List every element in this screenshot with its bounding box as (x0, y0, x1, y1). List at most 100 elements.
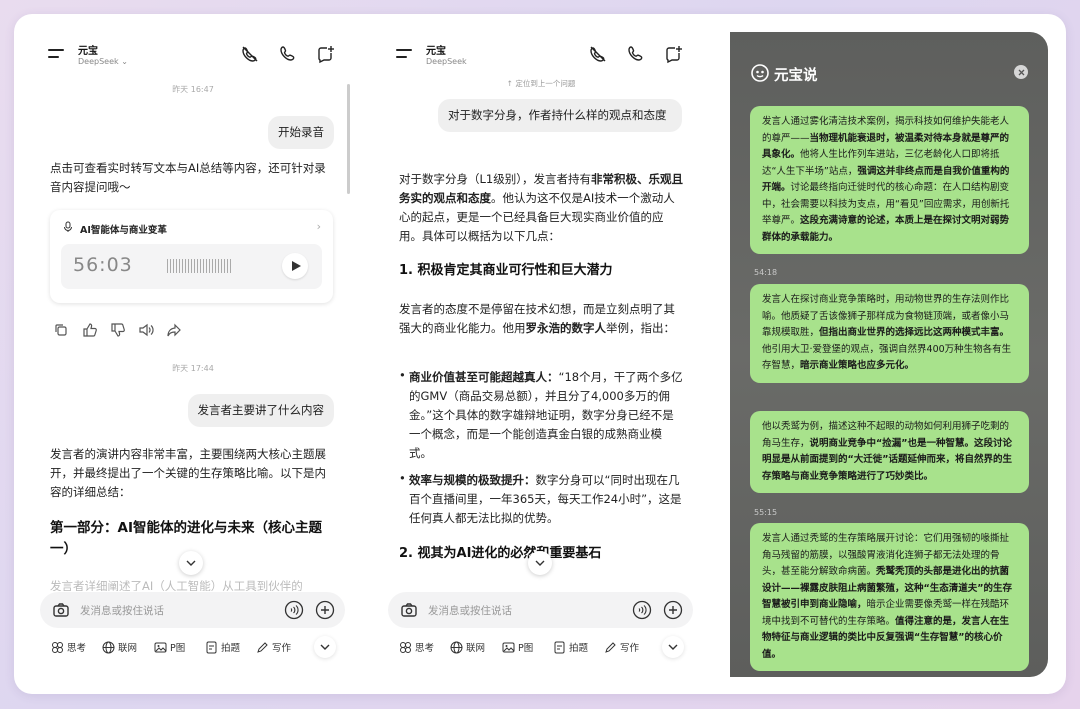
tool-think[interactable]: 思考 (51, 640, 86, 654)
play-button[interactable] (282, 253, 308, 279)
copy-icon[interactable] (53, 322, 69, 338)
phone-icon[interactable] (626, 44, 646, 64)
bot-message: 发言者的演讲内容非常丰富，主要围绕两大核心主题展开，并最终提出了一个关键的生存策… (50, 447, 326, 499)
tool-photo-question[interactable]: 拍题 (553, 640, 588, 654)
tool-write[interactable]: 写作 (604, 640, 639, 654)
tool-bar: 思考 联网 P图 拍题 写作 (34, 636, 352, 662)
app-title: 元宝 (78, 46, 98, 57)
play-icon (292, 261, 301, 271)
bullet-title: 商业价值甚至可能超越真人： (409, 370, 559, 384)
thumbs-up-icon[interactable] (82, 322, 98, 338)
tool-photo-question[interactable]: 拍题 (205, 640, 240, 654)
speaker-icon[interactable] (138, 322, 154, 338)
summary-card: 发言人通过秃鹫的生存策略展开讨论：它们用强韧的喙撕扯角马残留的筋膜，以强酸胃液消… (750, 523, 1029, 671)
model-name: DeepSeek (78, 57, 119, 66)
recording-card[interactable]: AI智能体与商业变革 › 56:03 (50, 210, 333, 303)
chevron-down-icon (186, 560, 196, 566)
phone-icon[interactable] (278, 44, 298, 64)
model-selector[interactable]: DeepSeek (426, 57, 467, 66)
thumbs-down-icon[interactable] (110, 322, 126, 338)
summary-card: 发言人在探讨商业竞争策略时，用动物世界的生存法则作比喻。他质疑了舌该像狮子那样成… (750, 284, 1029, 383)
scrollbar[interactable] (347, 84, 350, 194)
scan-icon (206, 641, 217, 653)
timestamp: 昨天 16:47 (172, 85, 214, 94)
timestamp: 54:18 (754, 268, 778, 277)
chat-panel-left: 元宝 DeepSeek ⌄ 昨天 16:47 开始录音 点击可查看实时转写文本与… (34, 32, 352, 677)
locate-label: 定位到上一个问题 (515, 79, 576, 88)
chat-header: 元宝 DeepSeek (382, 32, 700, 76)
image-icon (502, 642, 515, 652)
bullet-title: 效率与规模的极致提升： (409, 473, 536, 487)
new-chat-icon[interactable] (316, 44, 336, 64)
tool-label: 思考 (415, 643, 435, 654)
plus-icon[interactable] (315, 600, 335, 620)
para-emphasis: 罗永浩的数字人 (525, 321, 607, 335)
tool-label: 联网 (118, 643, 138, 654)
plus-icon[interactable] (663, 600, 683, 620)
pen-icon (257, 641, 268, 653)
bot-message-truncated: 发言者详细阐述了AI（人工智能）从工具到伙伴的 (50, 579, 303, 591)
tool-image[interactable]: P图 (154, 640, 185, 654)
recording-duration: 56:03 (73, 254, 133, 276)
recording-title: AI智能体与商业变革 (80, 225, 167, 236)
bullet-dot: • (399, 368, 406, 382)
tool-label: 拍题 (221, 643, 241, 654)
new-chat-icon[interactable] (664, 44, 684, 64)
bot-message: 点击可查看实时转写文本与AI总结等内容，还可针对录音内容提问哦～ (50, 161, 326, 194)
summary-card: 他以秃鹫为例，描述这种不起眼的动物如何利用狮子吃剩的角马生存，说明商业竞争中“捡… (750, 411, 1029, 493)
think-icon (400, 641, 411, 653)
expand-tools-button[interactable] (662, 636, 684, 658)
input-placeholder: 发消息或按住说话 (80, 605, 164, 617)
tool-label: P图 (170, 643, 186, 654)
think-icon (52, 641, 63, 653)
locate-previous-question[interactable]: ↑ 定位到上一个问题 (382, 78, 700, 89)
scroll-down-button[interactable] (179, 551, 203, 575)
scroll-down-button[interactable] (528, 551, 552, 575)
voice-icon[interactable] (632, 600, 652, 620)
summary-emphasis: 这段充满诗意的论述，本质上是在探讨文明对弱势群体的承载能力。 (762, 215, 1010, 243)
chevron-right-icon: › (316, 220, 321, 233)
timestamp: 昨天 17:44 (172, 364, 214, 373)
summary-card: 发言人通过雾化清洁技术案例，揭示科技如何维护失能老人的尊严——当物理机能衰退时，… (750, 106, 1029, 254)
panel-title: 元宝说 (774, 68, 818, 84)
globe-icon (450, 641, 463, 653)
chevron-down-icon: ⌄ (121, 57, 128, 66)
tool-web[interactable]: 联网 (102, 640, 137, 654)
voice-icon[interactable] (284, 600, 304, 620)
tool-label: P图 (518, 643, 534, 654)
message-input[interactable]: 发消息或按住说话 (388, 592, 693, 628)
tool-label: 思考 (67, 643, 87, 654)
message-input[interactable]: 发消息或按住说话 (40, 592, 345, 628)
close-button[interactable] (1014, 65, 1028, 79)
camera-icon[interactable] (400, 601, 418, 619)
menu-icon[interactable] (396, 47, 412, 59)
user-message: 发言者主要讲了什么内容 (187, 394, 334, 427)
share-icon[interactable] (166, 322, 182, 338)
tool-image[interactable]: P图 (502, 640, 533, 654)
tool-web[interactable]: 联网 (450, 640, 485, 654)
model-selector[interactable]: DeepSeek ⌄ (78, 57, 128, 66)
tool-think[interactable]: 思考 (399, 640, 434, 654)
image-icon (154, 642, 167, 652)
pen-icon (605, 641, 616, 653)
input-placeholder: 发消息或按住说话 (428, 605, 512, 617)
menu-icon[interactable] (48, 47, 64, 59)
scan-icon (554, 641, 565, 653)
yuanbao-summary-panel: 元宝说 发言人通过雾化清洁技术案例，揭示科技如何维护失能老人的尊严——当物理机能… (730, 32, 1048, 677)
summary-emphasis: 但指出商业世界的选择远比这两种模式丰富。 (819, 327, 1010, 338)
intro-text: 对于数字分身（L1级别），发言者持有 (399, 172, 591, 186)
tool-label: 写作 (272, 643, 292, 654)
bot-message-intro: 对于数字分身（L1级别），发言者持有非常积极、乐观且务实的观点和态度。他认为这不… (399, 170, 684, 246)
user-message: 开始录音 (268, 116, 334, 149)
audio-player: 56:03 (61, 244, 322, 289)
mute-phone-icon[interactable] (240, 44, 260, 64)
chevron-down-icon (320, 644, 330, 650)
mute-phone-icon[interactable] (588, 44, 608, 64)
camera-icon[interactable] (52, 601, 70, 619)
tool-write[interactable]: 写作 (256, 640, 291, 654)
tool-bar: 思考 联网 P图 拍题 写作 (382, 636, 700, 662)
expand-tools-button[interactable] (314, 636, 336, 658)
para-text: 举例，指出： (606, 321, 675, 335)
tool-label: 联网 (466, 643, 486, 654)
bullet-dot: • (399, 471, 406, 485)
